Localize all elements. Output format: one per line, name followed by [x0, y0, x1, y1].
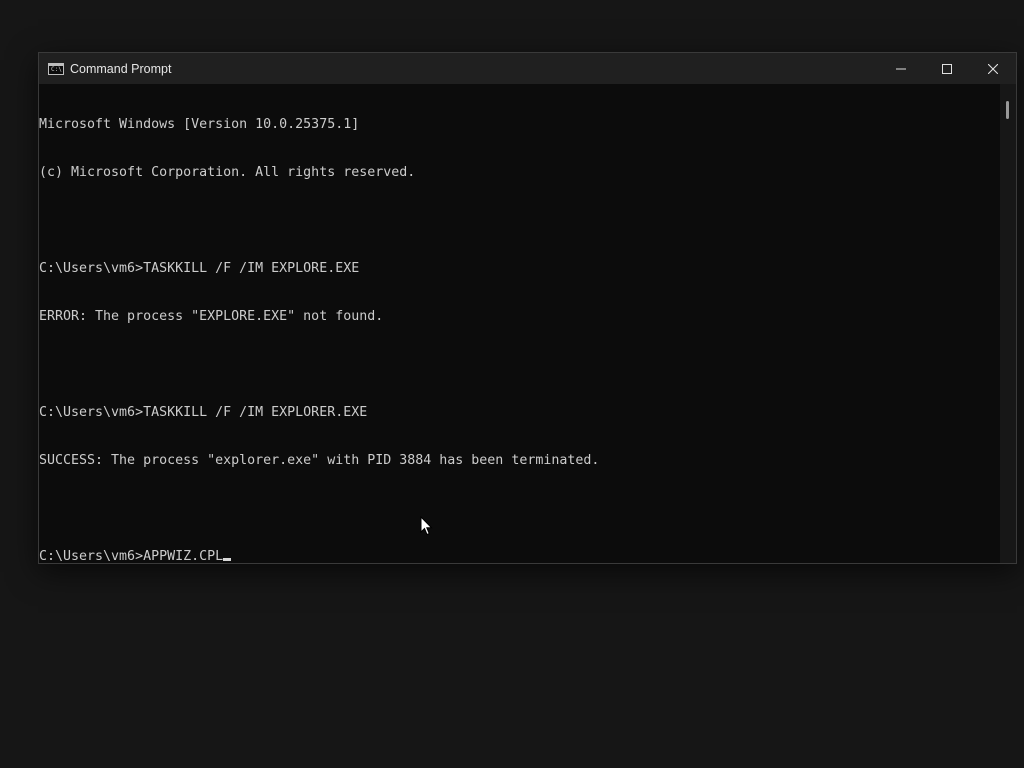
- minimize-button[interactable]: [878, 53, 924, 84]
- window-title: Command Prompt: [70, 61, 172, 76]
- console-line: SUCCESS: The process "explorer.exe" with…: [39, 453, 600, 468]
- command-input[interactable]: APPWIZ.CPL: [143, 549, 223, 564]
- caption-buttons: [878, 53, 1016, 84]
- scrollbar-thumb[interactable]: [1006, 101, 1009, 119]
- console-line: Microsoft Windows [Version 10.0.25375.1]: [39, 117, 360, 132]
- vertical-scrollbar[interactable]: [1000, 84, 1016, 563]
- command-prompt-path: C:\Users\vm6>: [39, 549, 144, 564]
- current-command-line[interactable]: C:\Users\vm6>APPWIZ.CPL: [39, 549, 1000, 565]
- console-line: (c) Microsoft Corporation. All rights re…: [39, 165, 416, 180]
- close-icon: [988, 63, 998, 74]
- maximize-button[interactable]: [924, 53, 970, 84]
- console-line: C:\Users\vm6>TASKKILL /F /IM EXPLORE.EXE: [39, 261, 360, 276]
- desktop-background: C:\ Command Prompt Microsoft Windows [Ve…: [0, 0, 1024, 768]
- console-line: C:\Users\vm6>TASKKILL /F /IM EXPLORER.EX…: [39, 405, 368, 420]
- maximize-icon: [942, 63, 952, 74]
- close-button[interactable]: [970, 53, 1016, 84]
- text-cursor: [223, 558, 232, 561]
- console-output[interactable]: Microsoft Windows [Version 10.0.25375.1]…: [39, 84, 1000, 565]
- console-line: ERROR: The process "EXPLORE.EXE" not fou…: [39, 309, 384, 324]
- minimize-icon: [896, 68, 906, 69]
- cmd-icon: C:\: [48, 62, 64, 75]
- command-prompt-window[interactable]: C:\ Command Prompt Microsoft Windows [Ve…: [38, 52, 1017, 564]
- mouse-pointer-icon: [420, 516, 433, 536]
- title-bar[interactable]: C:\ Command Prompt: [39, 53, 1016, 84]
